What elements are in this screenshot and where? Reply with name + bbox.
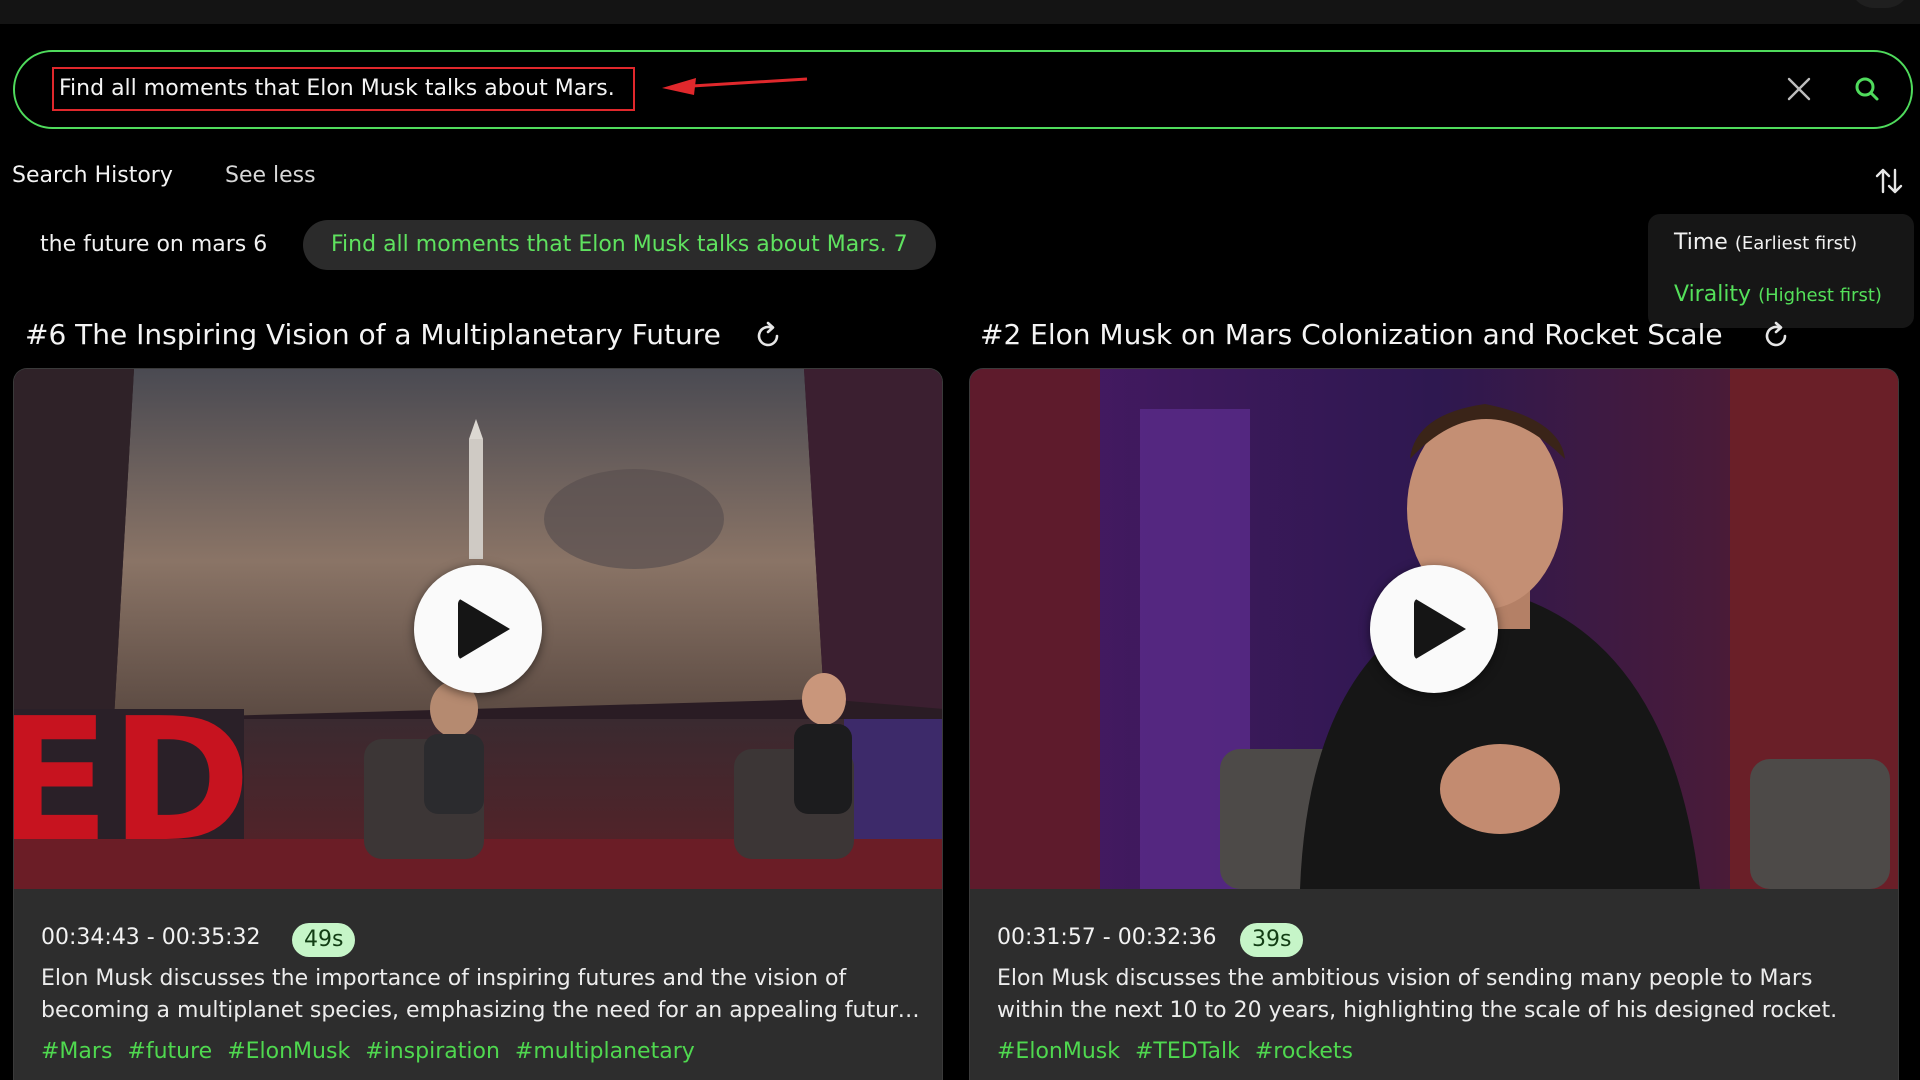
result-title: #2 Elon Musk on Mars Colonization and Ro… <box>980 318 1723 351</box>
tag[interactable]: #multiplanetary <box>515 1039 695 1064</box>
history-chip[interactable]: the future on mars 6 <box>12 220 295 270</box>
duration-badge: 49s <box>292 923 356 957</box>
avatar[interactable] <box>1850 0 1910 8</box>
clip-description: Elon Musk discusses the ambitious vision… <box>997 963 1877 1027</box>
tag[interactable]: #ElonMusk <box>997 1039 1120 1064</box>
top-bar <box>0 0 1920 24</box>
sort-option-virality[interactable]: Virality (Highest first) <box>1674 282 1882 307</box>
clip-description: Elon Musk discusses the importance of in… <box>41 963 921 1027</box>
search-button[interactable] <box>1850 72 1884 106</box>
clip-timecode: 00:34:43 - 00:35:32 <box>41 925 261 950</box>
sort-option-label: Virality <box>1674 282 1752 307</box>
refresh-icon[interactable] <box>1760 320 1792 352</box>
clip-timecode: 00:31:57 - 00:32:36 <box>997 925 1217 950</box>
clear-search-button[interactable] <box>1783 73 1815 105</box>
tag[interactable]: #ElonMusk <box>227 1039 350 1064</box>
result-card[interactable]: ED 00:34:43 - 00:35:32 49s Elon Musk dis… <box>13 368 943 1080</box>
clip-description-text: Elon Musk discusses the importance of in… <box>41 966 912 1023</box>
see-less-link[interactable]: See less <box>225 163 316 188</box>
duration-badge: 39s <box>1240 923 1304 957</box>
sort-option-sub: (Earliest first) <box>1734 233 1858 254</box>
tag[interactable]: #Mars <box>41 1039 112 1064</box>
refresh-icon[interactable] <box>752 320 784 352</box>
tag[interactable]: #inspiration <box>365 1039 500 1064</box>
result-card[interactable]: 00:31:57 - 00:32:36 39s Elon Musk discus… <box>969 368 1899 1080</box>
history-chip-active[interactable]: Find all moments that Elon Musk talks ab… <box>303 220 936 270</box>
result-title: #6 The Inspiring Vision of a Multiplanet… <box>25 318 721 351</box>
search-bar[interactable]: Find all moments that Elon Musk talks ab… <box>13 50 1913 129</box>
sort-option-sub: (Highest first) <box>1758 285 1882 306</box>
tag-list: #ElonMusk #TEDTalk #rockets <box>997 1039 1361 1064</box>
tag-list: #Mars #future #ElonMusk #inspiration #mu… <box>41 1039 703 1064</box>
tag[interactable]: #future <box>127 1039 212 1064</box>
search-input[interactable]: Find all moments that Elon Musk talks ab… <box>52 67 635 111</box>
search-icon <box>1855 77 1879 101</box>
play-button[interactable] <box>1370 565 1498 693</box>
tag[interactable]: #TEDTalk <box>1135 1039 1240 1064</box>
play-button[interactable] <box>414 565 542 693</box>
sort-option-label: Time <box>1674 230 1728 255</box>
svg-text:ED: ED <box>14 682 251 880</box>
sort-arrows-icon <box>1875 168 1903 194</box>
clip-description-text: Elon Musk discusses the ambitious vision… <box>997 966 1838 1023</box>
search-history-title: Search History <box>12 163 173 188</box>
sort-button[interactable] <box>1872 164 1906 198</box>
tag[interactable]: #rockets <box>1255 1039 1353 1064</box>
annotation-arrow-icon <box>662 77 808 95</box>
sort-option-time[interactable]: Time (Earliest first) <box>1674 230 1857 255</box>
close-icon <box>1787 77 1811 101</box>
